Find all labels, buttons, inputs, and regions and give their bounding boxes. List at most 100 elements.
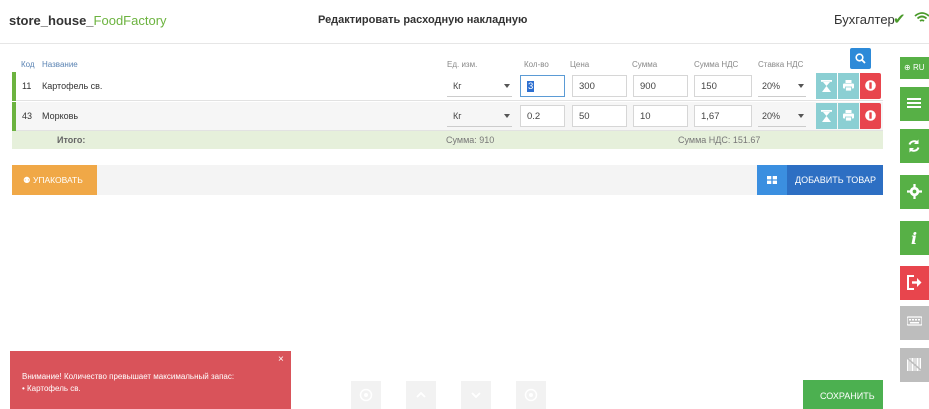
unit-select-value[interactable]: Кг (453, 111, 462, 121)
price-field[interactable]: 50 (572, 105, 627, 127)
circle-icon (524, 388, 538, 402)
app-title-accent: FoodFactory (93, 13, 167, 28)
sync-button[interactable] (900, 129, 929, 163)
add-product-icon-box (757, 165, 787, 195)
scale-button[interactable] (816, 103, 837, 129)
chevron-down-icon[interactable] (504, 114, 510, 118)
globe-icon: ⊕ (904, 63, 913, 72)
chevron-down-icon[interactable] (798, 84, 804, 88)
sum-field[interactable]: 900 (633, 75, 688, 97)
close-icon[interactable]: × (278, 354, 284, 365)
add-product-label: ДОБАВИТЬ ТОВАР (795, 175, 876, 185)
col-vat-rate: Ставка НДС (758, 60, 804, 69)
page-up-button[interactable] (406, 381, 436, 409)
row-name: Картофель св. (42, 81, 103, 91)
logout-icon (907, 275, 922, 290)
warning-toast: × Внимание! Количество превышает максима… (10, 351, 291, 409)
col-vat-sum: Сумма НДС (694, 60, 739, 69)
unit-select-value[interactable]: Кг (453, 81, 462, 91)
col-unit: Ед. изм. (447, 60, 478, 69)
col-qty: Кол-во (524, 60, 549, 69)
toast-item: • Картофель св. (22, 384, 81, 393)
delete-button[interactable] (860, 103, 881, 129)
qty-field[interactable]: 3 (520, 75, 565, 97)
add-product-button[interactable]: ДОБАВИТЬ ТОВАР (757, 165, 883, 195)
scale-icon (821, 80, 832, 92)
vat-rate-select-value[interactable]: 20% (762, 111, 780, 121)
table-icon (767, 176, 777, 184)
settings-button[interactable] (900, 175, 929, 209)
save-button[interactable]: СОХРАНИТЬ (803, 380, 883, 409)
total-label: Итого: (57, 135, 86, 145)
pack-button[interactable]: ⚉ УПАКОВАТЬ (12, 165, 97, 195)
vat-select-underline (758, 96, 806, 97)
gear-icon (907, 184, 922, 199)
first-page-button[interactable] (351, 381, 381, 409)
row-code: 43 (22, 111, 33, 121)
last-page-button[interactable] (516, 381, 546, 409)
print-button[interactable] (838, 73, 859, 99)
chevron-down-icon (471, 392, 481, 399)
chevron-down-icon[interactable] (798, 114, 804, 118)
keyboard-icon (907, 316, 922, 326)
scale-button[interactable] (816, 73, 837, 99)
language-button[interactable]: ⊕ RU (900, 57, 929, 79)
chevron-up-icon (416, 391, 426, 398)
logout-button[interactable] (900, 266, 929, 300)
keyboard-button[interactable] (900, 306, 929, 340)
remove-icon (865, 110, 876, 121)
qty-field[interactable]: 0.2 (520, 105, 565, 127)
search-icon (855, 53, 866, 64)
action-bar: ⚉ УПАКОВАТЬ ДОБАВИТЬ ТОВАР (12, 165, 883, 195)
col-code: Код (21, 60, 35, 69)
table-row: 11 Картофель св. Кг 3 300 900 150 20% (12, 72, 883, 101)
page-title: Редактировать расходную накладную (318, 14, 528, 26)
row-marker (12, 102, 16, 131)
col-name: Название (42, 60, 78, 69)
app-title-prefix: store_house_ (9, 13, 94, 28)
print-button[interactable] (838, 103, 859, 129)
search-button[interactable] (850, 48, 871, 69)
pack-button-label: УПАКОВАТЬ (32, 175, 83, 185)
remove-icon (865, 80, 876, 91)
table-row: 43 Морковь Кг 0.2 50 10 1,67 20% (12, 102, 883, 131)
row-code: 11 (22, 81, 32, 91)
sum-field[interactable]: 10 (633, 105, 688, 127)
scale-icon (821, 110, 832, 122)
print-icon (843, 110, 854, 121)
list-icon (907, 98, 921, 108)
language-label: RU (912, 63, 925, 72)
page-down-button[interactable] (461, 381, 491, 409)
svg-text:i: i (911, 230, 917, 246)
user-role[interactable]: Бухгалтер (834, 12, 895, 27)
barcode-button[interactable] (900, 348, 929, 382)
vat-sum-field[interactable]: 150 (694, 75, 752, 97)
price-field[interactable]: 300 (572, 75, 627, 97)
total-vat: Сумма НДС: 151.67 (678, 135, 761, 145)
top-bar: store_house_FoodFactory Редактировать ра… (0, 0, 929, 44)
totals-row: Итого: Сумма: 910 Сумма НДС: 151.67 (12, 131, 883, 149)
vat-select-underline (758, 126, 806, 127)
row-name: Морковь (42, 111, 79, 121)
print-icon (843, 80, 854, 91)
vat-sum-field[interactable]: 1,67 (694, 105, 752, 127)
sync-icon (908, 139, 920, 153)
dropbox-icon: ⚉ (23, 175, 33, 185)
check-icon: ✔ (893, 11, 906, 28)
delete-button[interactable] (860, 73, 881, 99)
col-sum: Сумма (632, 60, 658, 69)
info-button[interactable]: i (900, 221, 929, 255)
info-icon: i (911, 230, 917, 246)
vat-rate-select-value[interactable]: 20% (762, 81, 780, 91)
unit-select-underline (447, 96, 512, 97)
row-marker (12, 72, 16, 101)
barcode-icon (907, 357, 922, 372)
app-title: store_house_FoodFactory (9, 13, 167, 28)
toast-message: Внимание! Количество превышает максималь… (22, 372, 235, 381)
col-price: Цена (570, 60, 590, 69)
qty-value: 3 (527, 81, 535, 92)
menu-button[interactable] (900, 87, 929, 121)
chevron-down-icon[interactable] (504, 84, 510, 88)
total-sum: Сумма: 910 (446, 135, 495, 145)
unit-select-underline (447, 126, 512, 127)
